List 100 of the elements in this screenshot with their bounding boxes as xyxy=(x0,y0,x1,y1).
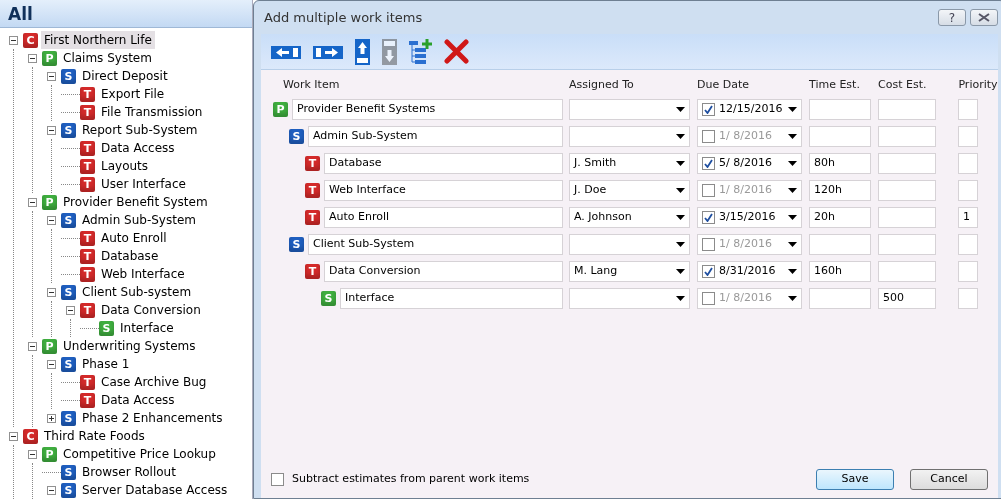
tree-item[interactable]: Phase 2 Enhancements xyxy=(79,409,226,427)
collapse-icon[interactable] xyxy=(47,215,56,225)
cost-estimate-field[interactable] xyxy=(878,261,936,282)
collapse-icon[interactable] xyxy=(47,287,56,297)
priority-field[interactable] xyxy=(958,180,978,201)
priority-field[interactable]: 1 xyxy=(958,207,978,228)
collapse-icon[interactable] xyxy=(47,485,56,495)
collapse-icon[interactable] xyxy=(9,431,18,441)
time-estimate-field[interactable] xyxy=(809,234,871,255)
tree-item[interactable]: Client Sub-system xyxy=(79,283,195,301)
name-field[interactable]: Database xyxy=(324,153,563,174)
dialog-button[interactable]: Save xyxy=(816,468,894,490)
checkbox[interactable] xyxy=(702,157,715,170)
tree-item[interactable]: Layouts xyxy=(98,157,152,175)
checkbox[interactable] xyxy=(702,238,715,251)
checkbox[interactable] xyxy=(702,184,715,197)
tree-item[interactable]: Auto Enroll xyxy=(98,229,170,247)
check-icon xyxy=(704,105,713,114)
tree-item[interactable]: Server Database Access xyxy=(79,481,231,499)
type-badge: T xyxy=(80,140,95,156)
collapse-icon[interactable] xyxy=(28,197,37,207)
assignee-dropdown[interactable]: J. Smith xyxy=(569,153,690,174)
tree-item[interactable]: Data Access xyxy=(98,139,178,157)
tree-item[interactable]: Third Rate Foods xyxy=(41,427,148,445)
tree-item[interactable]: Competitive Price Lookup xyxy=(60,445,219,463)
name-field[interactable]: Auto Enroll xyxy=(324,207,563,228)
tree-item[interactable]: File Transmission xyxy=(98,103,206,121)
due-date-picker[interactable]: 5/ 8/2016 xyxy=(697,153,802,174)
tree-item[interactable]: Direct Deposit xyxy=(79,67,171,85)
name-field[interactable]: Provider Benefit Systems xyxy=(292,99,563,120)
tree-item[interactable]: Case Archive Bug xyxy=(98,373,210,391)
tree-item[interactable]: Phase 1 xyxy=(79,355,133,373)
tree-item[interactable]: Data Access xyxy=(98,391,178,409)
toolbar-button[interactable] xyxy=(409,39,432,64)
collapse-icon[interactable] xyxy=(9,35,18,45)
cost-estimate-field[interactable] xyxy=(878,180,936,201)
toolbar-button[interactable] xyxy=(355,38,370,65)
collapse-icon[interactable] xyxy=(66,305,75,315)
check-icon xyxy=(704,213,713,222)
time-estimate-field[interactable]: 120h xyxy=(809,180,871,201)
collapse-icon[interactable] xyxy=(47,125,56,135)
dialog-button[interactable]: Cancel xyxy=(910,468,988,490)
checkbox[interactable] xyxy=(702,265,715,278)
collapse-icon[interactable] xyxy=(28,341,37,351)
priority-field[interactable] xyxy=(958,261,978,282)
priority-field[interactable] xyxy=(958,126,978,147)
tree-item[interactable]: Report Sub-System xyxy=(79,121,201,139)
time-estimate-field[interactable] xyxy=(809,288,871,309)
cost-estimate-field[interactable] xyxy=(878,153,936,174)
tree-item[interactable]: Export File xyxy=(98,85,168,103)
tree-item[interactable]: Web Interface xyxy=(98,265,188,283)
priority-field[interactable] xyxy=(958,153,978,174)
due-date-picker[interactable]: 12/15/2016 xyxy=(697,99,802,120)
check-icon xyxy=(704,267,713,276)
checkbox[interactable] xyxy=(702,211,715,224)
collapse-icon[interactable] xyxy=(28,53,37,63)
time-estimate-field[interactable] xyxy=(809,126,871,147)
time-estimate-field[interactable] xyxy=(809,99,871,120)
assignee-dropdown[interactable]: J. Doe xyxy=(569,180,690,201)
tree-item[interactable]: Interface xyxy=(117,319,177,337)
collapse-icon[interactable] xyxy=(28,449,37,459)
tree-item[interactable]: Underwriting Systems xyxy=(60,337,199,355)
priority-field[interactable] xyxy=(958,234,978,255)
name-field[interactable]: Client Sub-System xyxy=(308,234,563,255)
cost-estimate-field[interactable] xyxy=(878,234,936,255)
tree-item[interactable]: Data Conversion xyxy=(98,301,204,319)
cost-estimate-field[interactable] xyxy=(878,207,936,228)
time-estimate-field[interactable]: 20h xyxy=(809,207,871,228)
time-estimate-field[interactable]: 160h xyxy=(809,261,871,282)
help-button[interactable]: ? xyxy=(938,9,966,26)
cost-estimate-field[interactable] xyxy=(878,126,936,147)
assignee-dropdown[interactable]: A. Johnson xyxy=(569,207,690,228)
name-field[interactable]: Admin Sub-System xyxy=(308,126,563,147)
tree-item[interactable]: Database xyxy=(98,247,162,265)
tree-item[interactable]: Provider Benefit System xyxy=(60,193,211,211)
tree-item[interactable]: First Northern Life xyxy=(41,31,155,49)
tree-item[interactable]: Claims System xyxy=(60,49,155,67)
cost-estimate-field[interactable] xyxy=(878,99,936,120)
expand-icon[interactable] xyxy=(47,413,56,423)
close-button[interactable] xyxy=(970,9,998,26)
priority-field[interactable] xyxy=(958,99,978,120)
name-field[interactable]: Interface xyxy=(340,288,563,309)
due-date-picker[interactable]: 3/15/2016 xyxy=(697,207,802,228)
checkbox[interactable] xyxy=(702,130,715,143)
checkbox[interactable] xyxy=(702,103,715,116)
collapse-icon[interactable] xyxy=(47,71,56,81)
assignee-dropdown[interactable]: M. Lang xyxy=(569,261,690,282)
tree-item[interactable]: Admin Sub-System xyxy=(79,211,199,229)
tree-item[interactable]: Browser Rollout xyxy=(79,463,179,481)
name-field[interactable]: Data Conversion xyxy=(324,261,563,282)
cost-estimate-field[interactable]: 500 xyxy=(878,288,936,309)
checkbox[interactable] xyxy=(271,472,284,486)
collapse-icon[interactable] xyxy=(47,359,56,369)
name-field[interactable]: Web Interface xyxy=(324,180,563,201)
time-estimate-field[interactable]: 80h xyxy=(809,153,871,174)
priority-field[interactable] xyxy=(958,288,978,309)
checkbox[interactable] xyxy=(702,292,715,305)
tree-item[interactable]: User Interface xyxy=(98,175,189,193)
due-date-picker[interactable]: 8/31/2016 xyxy=(697,261,802,282)
toolbar-button[interactable] xyxy=(444,39,469,64)
